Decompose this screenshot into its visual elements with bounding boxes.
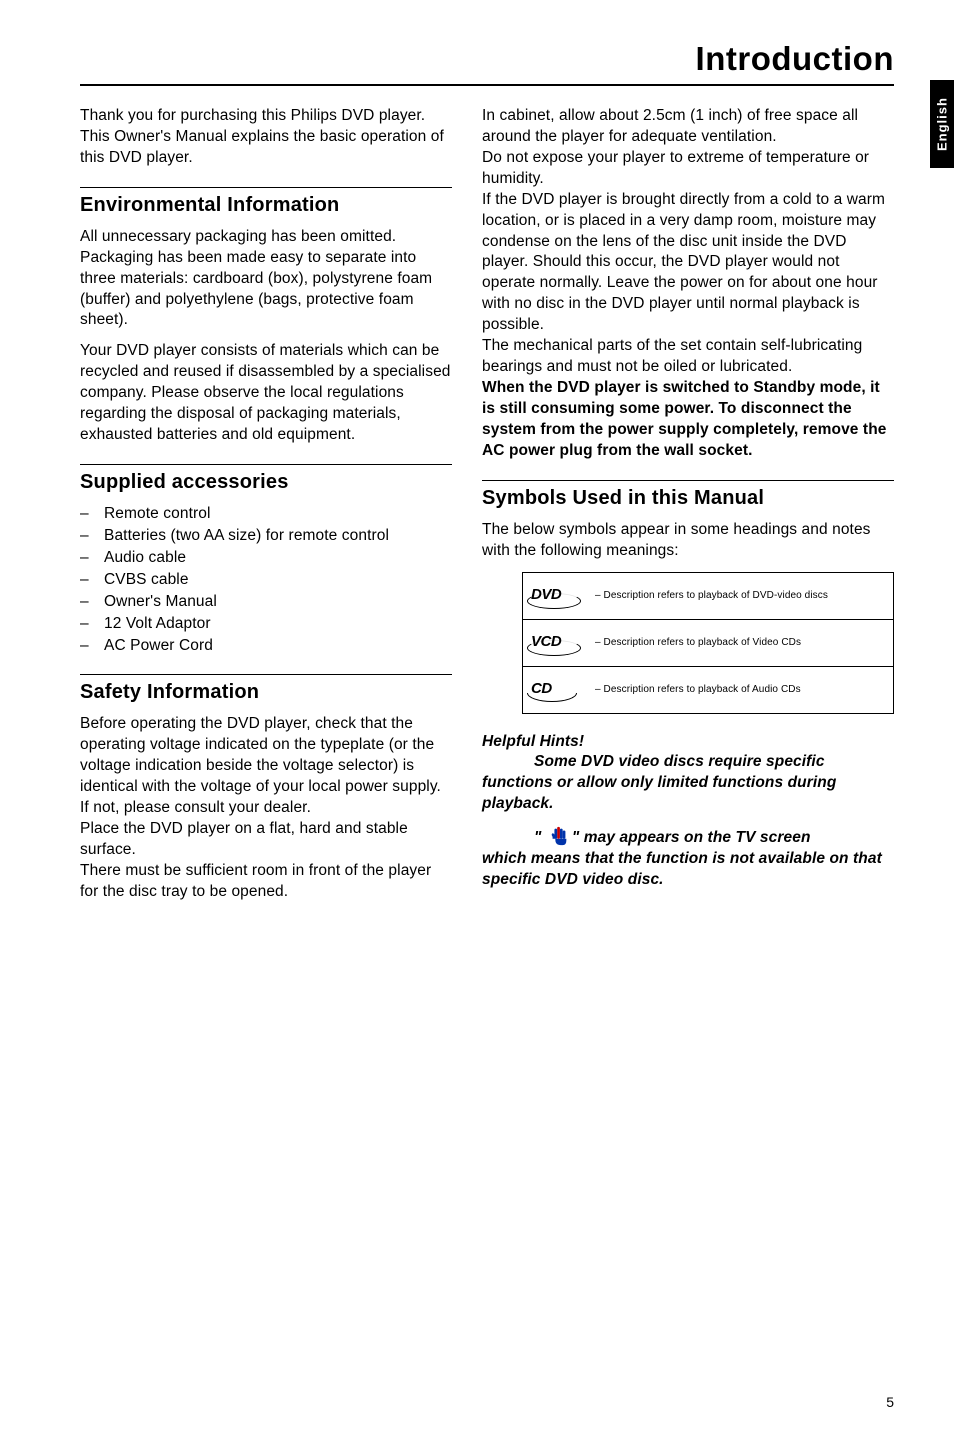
symbols-table: DVD – Description refers to playback of … <box>522 572 894 714</box>
list-item: AC Power Cord <box>80 636 452 657</box>
list-item: Audio cable <box>80 548 452 569</box>
right-paragraph-4: The mechanical parts of the set contain … <box>482 336 894 378</box>
symbol-desc: – Description refers to playback of Vide… <box>595 636 885 650</box>
page-number: 5 <box>886 1394 894 1410</box>
hints-paragraph-3: which means that the function is not ava… <box>482 849 894 891</box>
right-paragraph-3: If the DVD player is brought directly fr… <box>482 190 894 336</box>
table-row: CD – Description refers to playback of A… <box>523 667 893 713</box>
list-item: Owner's Manual <box>80 592 452 613</box>
symbols-intro: The below symbols appear in some heading… <box>482 520 894 562</box>
symbols-heading: Symbols Used in this Manual <box>482 485 894 512</box>
list-item: Remote control <box>80 504 452 525</box>
section-rule <box>80 674 452 675</box>
hints-paragraph-2: " " may appears on the TV screen <box>482 825 894 849</box>
page-title: Introduction <box>696 40 894 77</box>
supplied-list: Remote control Batteries (two AA size) f… <box>80 504 452 656</box>
section-rule <box>80 187 452 188</box>
intro-paragraph: Thank you for purchasing this Philips DV… <box>80 106 452 169</box>
env-paragraph-2: Your DVD player consists of materials wh… <box>80 341 452 446</box>
language-tab: English <box>930 80 954 168</box>
table-row: VCD – Description refers to playback of … <box>523 620 893 667</box>
hand-stop-icon <box>548 825 570 847</box>
right-column: In cabinet, allow about 2.5cm (1 inch) o… <box>482 106 894 913</box>
env-paragraph-1: All unnecessary packaging has been omitt… <box>80 227 452 332</box>
right-paragraph-2: Do not expose your player to extreme of … <box>482 148 894 190</box>
list-item: Batteries (two AA size) for remote contr… <box>80 526 452 547</box>
section-rule <box>80 464 452 465</box>
list-item: CVBS cable <box>80 570 452 591</box>
env-heading: Environmental Information <box>80 192 452 219</box>
left-column: Thank you for purchasing this Philips DV… <box>80 106 452 913</box>
hints-paragraph-1: Some DVD video discs require specific fu… <box>482 752 894 815</box>
supplied-heading: Supplied accessories <box>80 469 452 496</box>
table-row: DVD – Description refers to playback of … <box>523 573 893 620</box>
hints-heading: Helpful Hints! <box>482 732 894 753</box>
list-item: 12 Volt Adaptor <box>80 614 452 635</box>
safety-paragraph-3: There must be sufficient room in front o… <box>80 861 452 903</box>
cd-disc-icon: CD <box>531 679 581 701</box>
vcd-disc-icon: VCD <box>531 632 581 654</box>
section-rule <box>482 480 894 481</box>
dvd-disc-icon: DVD <box>531 585 581 607</box>
title-rule <box>80 84 894 86</box>
right-bold-warning: When the DVD player is switched to Stand… <box>482 378 894 462</box>
symbol-desc: – Description refers to playback of DVD-… <box>595 589 885 603</box>
safety-heading: Safety Information <box>80 679 452 706</box>
safety-paragraph-1: Before operating the DVD player, check t… <box>80 714 452 819</box>
safety-paragraph-2: Place the DVD player on a flat, hard and… <box>80 819 452 861</box>
right-paragraph-1: In cabinet, allow about 2.5cm (1 inch) o… <box>482 106 894 148</box>
symbol-desc: – Description refers to playback of Audi… <box>595 683 885 697</box>
